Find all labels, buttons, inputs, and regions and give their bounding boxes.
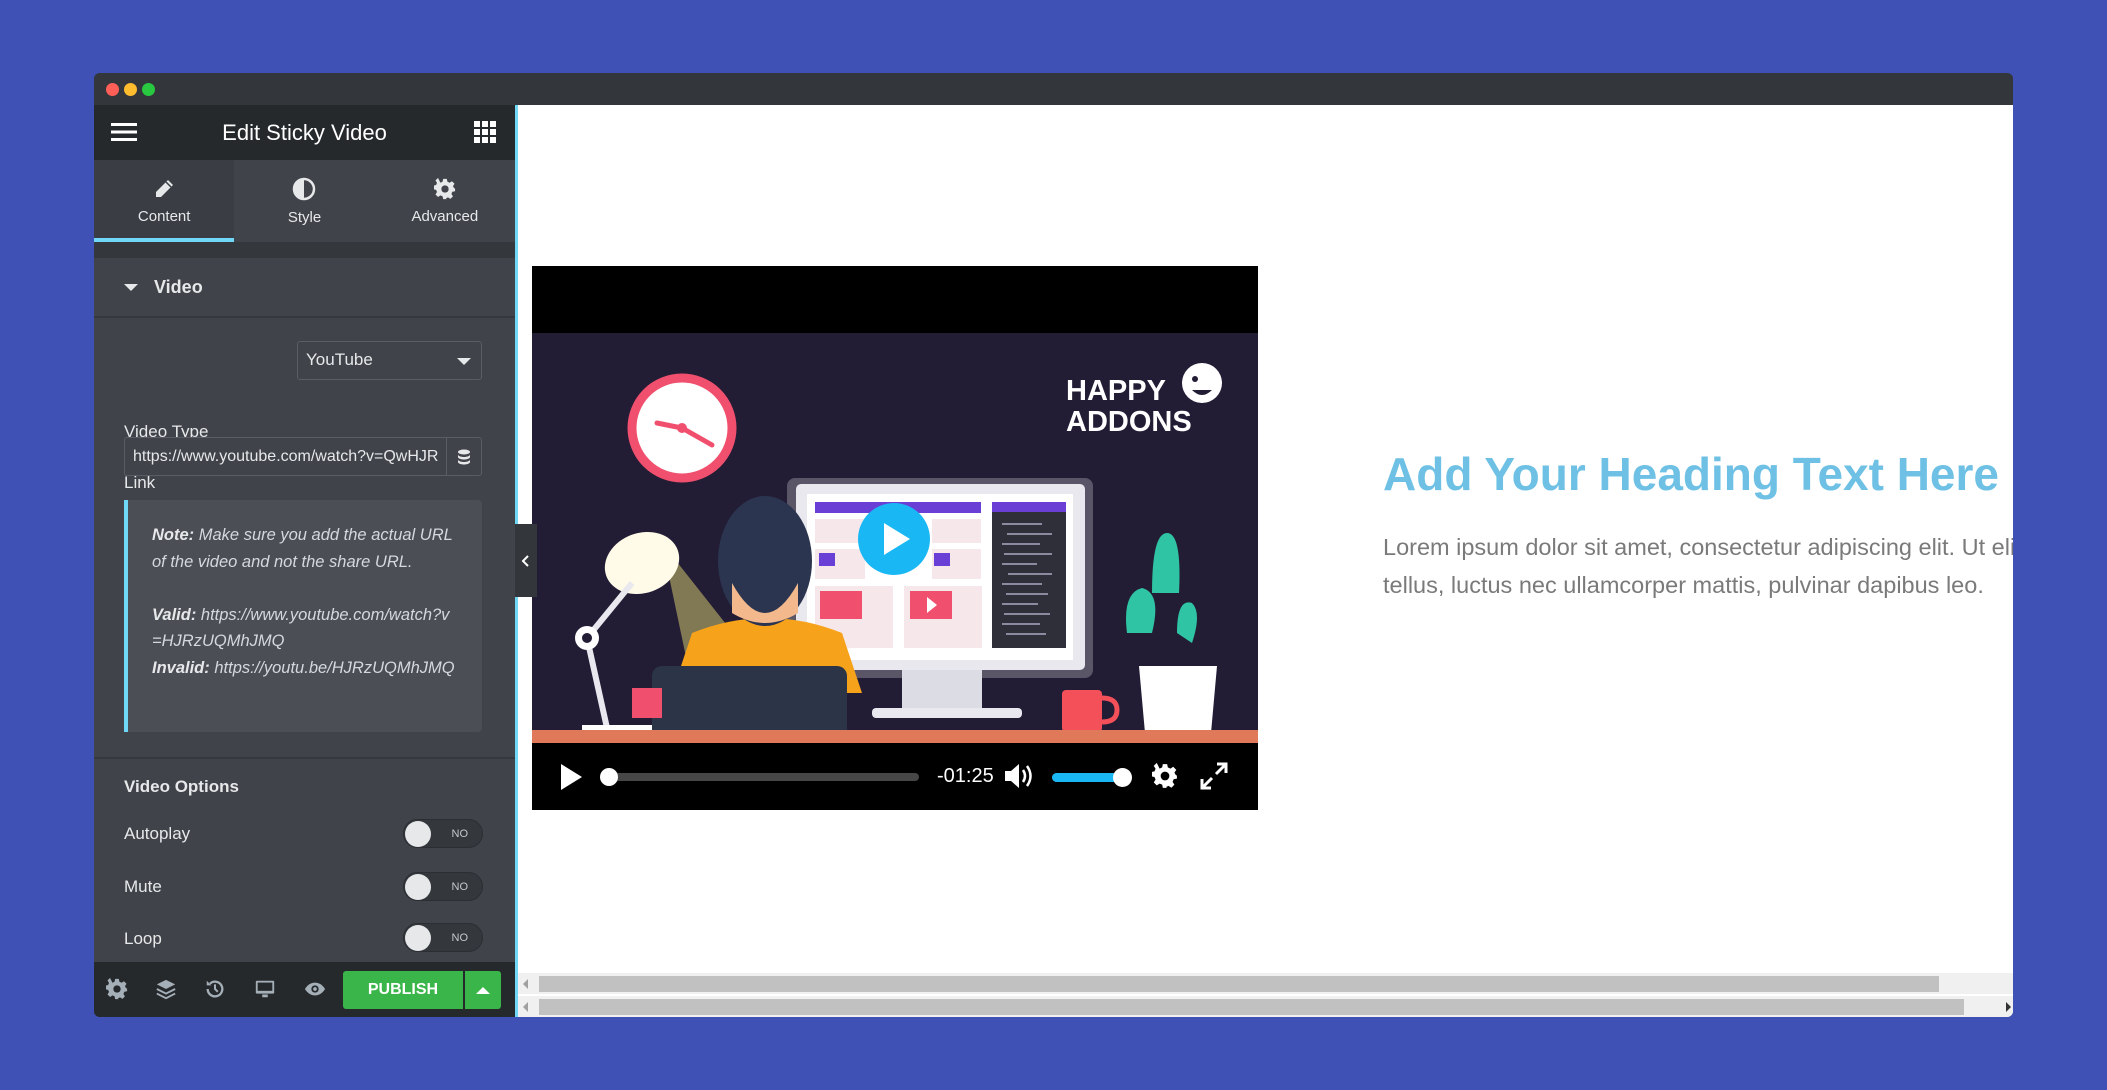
video-thumbnail: HAPPY ADDONS xyxy=(532,333,1258,743)
volume-slider[interactable] xyxy=(1052,768,1132,787)
link-input[interactable] xyxy=(124,437,446,476)
link-note: Note: Make sure you add the actual URL o… xyxy=(124,500,482,732)
collapse-panel-button[interactable] xyxy=(515,524,537,597)
settings-gear-icon[interactable] xyxy=(106,978,128,1000)
half-circle-icon xyxy=(293,177,316,200)
section-title: Video xyxy=(154,276,203,297)
tab-label: Style xyxy=(287,208,322,226)
publish-button[interactable]: PUBLISH xyxy=(343,971,463,1009)
toggle-knob xyxy=(405,874,431,900)
panel-footer: PUBLISH xyxy=(94,962,515,1017)
caret-up-icon xyxy=(476,986,490,994)
volume-fill xyxy=(1052,773,1122,782)
tab-label: Content xyxy=(137,207,191,225)
video-controls: -01:25 xyxy=(532,743,1258,810)
valid-text: https://www.youtube.com/watch?v=HJRzUQMh… xyxy=(152,605,450,651)
select-value: YouTube xyxy=(306,350,373,369)
loop-toggle[interactable]: NO xyxy=(403,923,483,952)
panel-tabs: Content Style Advanced xyxy=(94,160,515,242)
logo-text: ADDONS xyxy=(1066,406,1192,438)
loop-label: Loop xyxy=(124,929,162,948)
autoplay-label: Autoplay xyxy=(124,824,191,843)
mute-label: Mute xyxy=(124,877,162,896)
video-options-title: Video Options xyxy=(124,777,239,796)
publish-options-button[interactable] xyxy=(465,971,501,1009)
database-icon xyxy=(458,449,470,464)
progress-handle[interactable] xyxy=(600,768,618,786)
hamburger-menu-icon[interactable] xyxy=(111,122,137,142)
scroll-right-arrow-icon[interactable] xyxy=(2006,1002,2011,1012)
mute-toggle[interactable]: NO xyxy=(403,872,483,901)
volume-icon[interactable] xyxy=(1005,763,1035,789)
toggle-knob xyxy=(405,925,431,951)
note-label: Note: xyxy=(152,526,195,544)
logo-text: HAPPY xyxy=(1066,375,1166,407)
scrollbar-thumb[interactable] xyxy=(539,976,1939,992)
divider xyxy=(94,757,515,759)
text-editor-widget[interactable]: Lorem ipsum dolor sit amet, consectetur … xyxy=(1383,528,2013,604)
progress-bar[interactable] xyxy=(600,768,919,786)
scroll-left-arrow-icon[interactable] xyxy=(523,1002,528,1012)
horizontal-scrollbar[interactable] xyxy=(518,996,2013,1017)
gear-icon xyxy=(433,177,455,199)
toggle-state: NO xyxy=(451,932,469,944)
toggle-knob xyxy=(405,821,431,847)
tab-advanced[interactable]: Advanced xyxy=(375,160,515,242)
invalid-text: https://youtu.be/HJRzUQMhJMQ xyxy=(209,658,455,677)
scrollbar-thumb[interactable] xyxy=(539,999,1964,1015)
responsive-desktop-icon[interactable] xyxy=(254,978,276,1000)
fullscreen-icon[interactable] xyxy=(1200,762,1228,790)
toggle-state: NO xyxy=(451,881,469,893)
toggle-state: NO xyxy=(451,828,469,840)
dynamic-tags-button[interactable] xyxy=(446,437,482,476)
close-window-button[interactable] xyxy=(106,83,119,96)
panel-title: Edit Sticky Video xyxy=(222,119,387,145)
play-icon[interactable] xyxy=(560,764,582,790)
preview-canvas: HAPPY ADDONS -01:25 Add Your Heading Tex… xyxy=(515,105,2013,1017)
heading-widget[interactable]: Add Your Heading Text Here xyxy=(1383,447,1999,501)
horizontal-scrollbar[interactable] xyxy=(518,973,2013,994)
widgets-grid-icon[interactable] xyxy=(474,121,496,143)
minimize-window-button[interactable] xyxy=(124,83,137,96)
invalid-label: Invalid: xyxy=(152,658,210,677)
editor-panel: Edit Sticky Video Content Style Advanced… xyxy=(94,105,515,1017)
history-icon[interactable] xyxy=(204,978,226,1000)
volume-handle[interactable] xyxy=(1113,768,1132,787)
section-video-toggle[interactable]: Video xyxy=(94,258,515,318)
tab-content[interactable]: Content xyxy=(94,160,235,242)
time-remaining: -01:25 xyxy=(937,765,994,787)
chevron-left-icon xyxy=(521,554,529,567)
note-text: Make sure you add the actual URL of the … xyxy=(152,526,453,571)
scroll-left-arrow-icon[interactable] xyxy=(523,979,528,989)
valid-label: Valid: xyxy=(152,605,197,624)
maximize-window-button[interactable] xyxy=(142,83,155,96)
link-label: Link xyxy=(124,473,156,492)
pencil-icon xyxy=(156,179,174,197)
layers-icon[interactable] xyxy=(155,978,177,1000)
tab-style[interactable]: Style xyxy=(234,160,374,242)
chevron-down-icon xyxy=(457,358,471,365)
autoplay-toggle[interactable]: NO xyxy=(403,819,483,848)
video-type-select[interactable]: YouTube xyxy=(297,341,482,380)
settings-icon[interactable] xyxy=(1152,763,1178,789)
preview-eye-icon[interactable] xyxy=(304,978,326,1000)
separator xyxy=(94,242,515,258)
panel-header: Edit Sticky Video xyxy=(94,105,515,160)
title-bar xyxy=(94,73,2013,105)
tab-label: Advanced xyxy=(411,207,479,225)
caret-down-icon xyxy=(124,283,138,291)
sticky-video-player[interactable]: HAPPY ADDONS -01:25 xyxy=(532,266,1258,810)
app-window: Edit Sticky Video Content Style Advanced… xyxy=(94,73,2013,1017)
